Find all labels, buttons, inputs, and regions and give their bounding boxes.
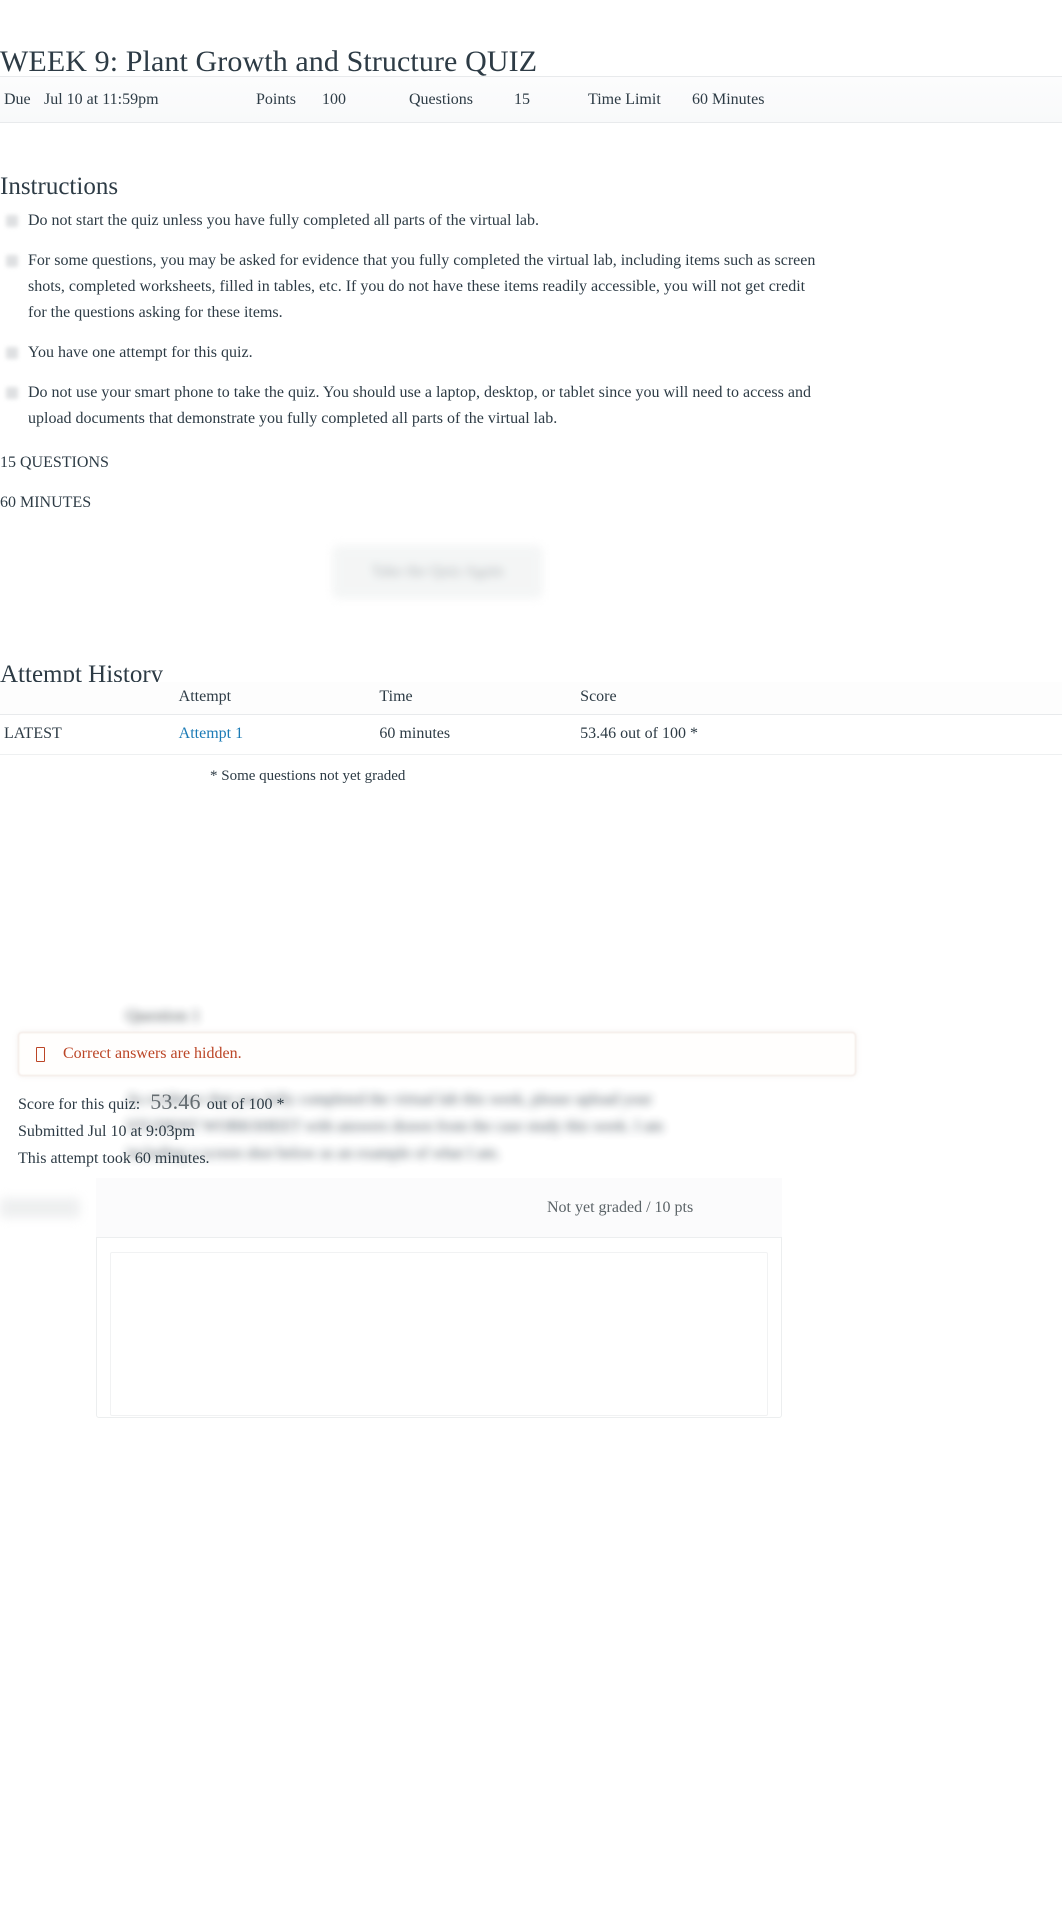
question-count-line: 15 QUESTIONS [0,454,109,471]
column-header-time: Time [379,682,581,715]
time-limit-label: Time Limit [588,91,661,108]
instruction-text: Do not start the quiz unless you have fu… [28,212,539,229]
attempt-time: 60 minutes [379,714,581,755]
left-margin-ghost [0,1198,80,1218]
table-row: LATEST Attempt 1 60 minutes 53.46 out of… [0,714,1062,755]
time-limit-line: 60 MINUTES [0,494,92,511]
column-header-score: Score [580,682,1062,715]
bullet-icon [6,215,18,227]
instruction-text: For some questions, you may be asked for… [28,252,816,321]
time-limit-value: 60 Minutes [692,91,765,108]
score-label: Score for this quiz: [18,1096,141,1113]
questions-value: 15 [514,91,530,108]
due-value: Jul 10 at 11:59pm [44,91,159,108]
attempt-score: 53.46 out of 100 * [580,714,1062,755]
attempt-cell: Attempt 1 [178,714,380,755]
retake-quiz-button-wrapper[interactable]: Take the Quiz Again [333,546,542,598]
questions-label: Questions [409,91,473,108]
due-label: Due [4,91,31,108]
bullet-icon [6,255,18,267]
list-item: Do not start the quiz unless you have fu… [0,208,820,234]
points-value: 100 [322,91,346,108]
correct-answers-hidden-alert: Correct answers are hidden. [18,1032,856,1076]
bullet-icon [6,387,18,399]
question-points-status: Not yet graded / 10 pts [547,1199,694,1216]
column-header-attempt: Attempt [178,682,380,715]
question-label: Question 1 [126,1006,201,1025]
list-item: Do not use your smart phone to take the … [0,380,820,432]
latest-badge: LATEST [0,714,179,755]
instructions-heading: Instructions [0,172,119,200]
hidden-eye-icon [36,1046,45,1062]
column-header-blank [0,682,179,715]
instruction-text: Do not use your smart phone to take the … [28,384,811,427]
instructions-list: Do not start the quiz unless you have fu… [0,208,820,446]
bullet-icon [6,347,18,359]
instruction-text: You have one attempt for this quiz. [28,344,253,361]
list-item: For some questions, you may be asked for… [0,248,820,326]
not-graded-footnote: * Some questions not yet graded [210,768,406,784]
table-header-row: Attempt Time Score [0,682,1062,715]
question-body-box [110,1252,768,1416]
retake-quiz-button[interactable]: Take the Quiz Again [333,546,542,598]
points-label: Points [256,91,297,108]
question-body-text: As evidence that you fully completed the… [126,1091,664,1162]
quiz-meta-header: Due Jul 10 at 11:59pm Points 100 Questio… [0,76,1062,123]
attempt-1-link[interactable]: Attempt 1 [179,725,243,742]
attempt-history-table: Attempt Time Score LATEST Attempt 1 60 m… [0,682,1062,755]
alert-message: Correct answers are hidden. [63,1045,242,1062]
list-item: You have one attempt for this quiz. [0,340,820,366]
